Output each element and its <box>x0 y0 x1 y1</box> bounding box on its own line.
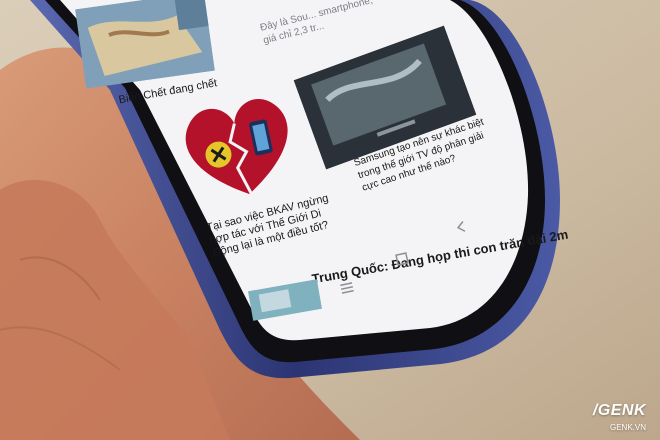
menu-icon[interactable] <box>339 281 355 296</box>
back-icon[interactable] <box>454 219 469 235</box>
map-thumbnail <box>75 0 215 89</box>
genk-watermark-logo: /GENK <box>592 402 646 419</box>
broken-heart-thumbnail <box>185 98 288 195</box>
video-thumbnail <box>247 279 323 321</box>
article-card-dead-sea[interactable]: Biển Chết đang chết <box>70 0 220 106</box>
nav-bar <box>330 210 490 300</box>
genk-watermark-url: GENK.VN <box>609 423 646 432</box>
home-icon[interactable] <box>394 251 411 268</box>
